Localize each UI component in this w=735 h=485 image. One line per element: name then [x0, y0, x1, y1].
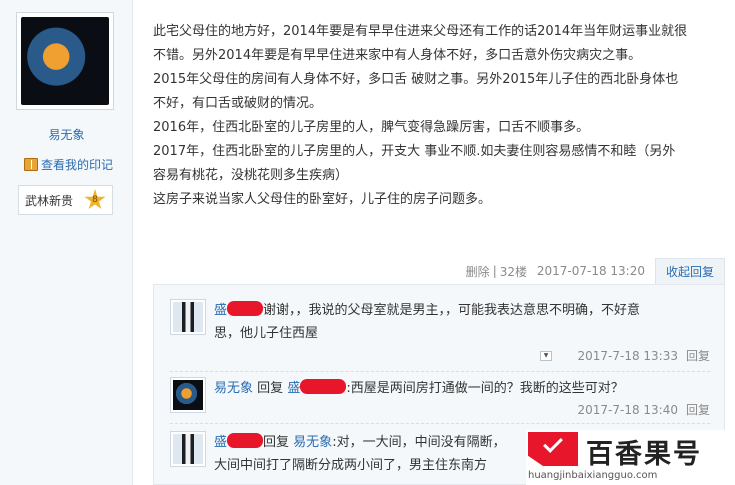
view-seal-label: 查看我的印记: [41, 158, 114, 172]
post-line: 此宅父母住的地方好，2014年要是有早早住进来父母还有工作的话2014年当年财运…: [153, 24, 688, 39]
rank-title: 武林新贵: [25, 193, 74, 208]
reply-button[interactable]: 回复: [686, 349, 710, 363]
post-line: 不错。另外2014年要是有早早住进来家中有人身体不好，多口舌意外伤灾病灾之事。: [153, 48, 642, 63]
reply-line: 谢谢，，我说的父母室就是男主，，可能我表达意思不明确，不好意: [263, 303, 641, 318]
chevron-down-icon[interactable]: ▼: [540, 351, 552, 361]
reply-item: 盛 谢谢，，我说的父母室就是男主，，可能我表达意思不明确，不好意 思，他儿子住西屋…: [170, 299, 710, 369]
reply-meta: 2017-7-18 13:33 回复: [577, 347, 710, 364]
reply-target-user[interactable]: 盛: [287, 381, 300, 396]
reply-avatar[interactable]: [170, 431, 206, 467]
post-line: 2017年，住西北卧室的儿子房里的人，开支大 事业不顺.如夫妻住则容易感情不和睦…: [153, 144, 676, 159]
reply-timestamp: 2017-7-18 13:40: [577, 403, 678, 417]
reply-username[interactable]: 盛: [214, 303, 227, 318]
divider: [170, 371, 710, 372]
reply-prefix: 回复: [263, 435, 290, 450]
reply-text: 盛 谢谢，，我说的父母室就是男主，，可能我表达意思不明确，不好意 思，他儿子住西屋: [214, 299, 714, 345]
rank-badge[interactable]: 武林新贵 8: [18, 185, 113, 215]
reply-line: 大间中间打了隔断分成两小间了，男主住东南方: [214, 458, 488, 473]
reply-timestamp: 2017-7-18 13:33: [577, 349, 678, 363]
reply-line: :对，一大间，中间没有隔断，: [332, 435, 506, 450]
watermark-name: 百香果号: [586, 439, 702, 470]
redaction-mark: [227, 301, 264, 316]
reply-line: 思，他儿子住西屋: [214, 326, 319, 341]
post-timestamp: 2017-07-18 13:20: [536, 264, 645, 278]
author-avatar[interactable]: [16, 12, 114, 110]
reply-avatar[interactable]: [170, 299, 206, 335]
author-username[interactable]: 易无象: [0, 126, 133, 143]
rank-level: 8: [92, 195, 98, 205]
separator: |: [492, 264, 497, 278]
reply-item: 易无象 回复 盛 :西屋是两间房打通做一间的？我断的这些可对？ 2017-7-18…: [170, 377, 710, 423]
reply-username[interactable]: 盛: [214, 435, 227, 450]
reply-button[interactable]: 回复: [686, 403, 710, 417]
reply-username[interactable]: 易无象: [214, 381, 253, 396]
post-line: 不好，有口舌或破财的情况。: [153, 96, 323, 111]
view-seal-link[interactable]: 查看我的印记: [24, 156, 113, 173]
reply-target-user[interactable]: 易无象: [293, 435, 332, 450]
floor-number: 32楼: [499, 264, 528, 279]
post-line: 2016年，住西北卧室的儿子房里的人，脾气变得急躁厉害，口舌不顺事多。: [153, 120, 590, 135]
penguin-avatar-image: [173, 434, 203, 464]
post-line: 这房子来说当家人父母住的卧室好，儿子住的房子问题多。: [153, 192, 492, 207]
reply-prefix: 回复: [257, 381, 284, 396]
redaction-mark: [227, 433, 264, 448]
post-meta: 删除 | 32楼 2017-07-18 13:20 收起回复: [466, 258, 725, 284]
reply-meta: 2017-7-18 13:40 回复: [577, 401, 710, 418]
watermark-domain: huangjinbaixiangguo.com: [528, 470, 658, 481]
avatar-image: [21, 17, 109, 105]
penguin-avatar-image: [173, 302, 203, 332]
reply-avatar[interactable]: [170, 377, 206, 413]
reply-line: :西屋是两间房打通做一间的？我断的这些可对？: [346, 381, 624, 396]
star-icon: 8: [84, 189, 106, 210]
collapse-replies-button[interactable]: 收起回复: [654, 258, 725, 284]
reply-text: 易无象 回复 盛 :西屋是两间房打通做一间的？我断的这些可对？: [214, 377, 714, 400]
post-content: 此宅父母住的地方好，2014年要是有早早住进来父母还有工作的话2014年当年财运…: [153, 20, 723, 212]
divider: [170, 423, 710, 424]
orb-avatar-image: [173, 380, 203, 410]
post-line: 2015年父母住的房间有人身体不好，多口舌 破财之事。另外2015年儿子住的西北…: [153, 72, 679, 87]
book-icon: [24, 158, 38, 171]
author-sidebar: 易无象 查看我的印记 武林新贵 8: [0, 0, 133, 485]
delete-link[interactable]: 删除: [466, 263, 490, 280]
post-line: 容易有桃花，没桃花则多生疾病）: [153, 168, 349, 183]
watermark: 百香果号 huangjinbaixiangguo.com: [526, 430, 735, 485]
redaction-mark: [300, 379, 347, 394]
